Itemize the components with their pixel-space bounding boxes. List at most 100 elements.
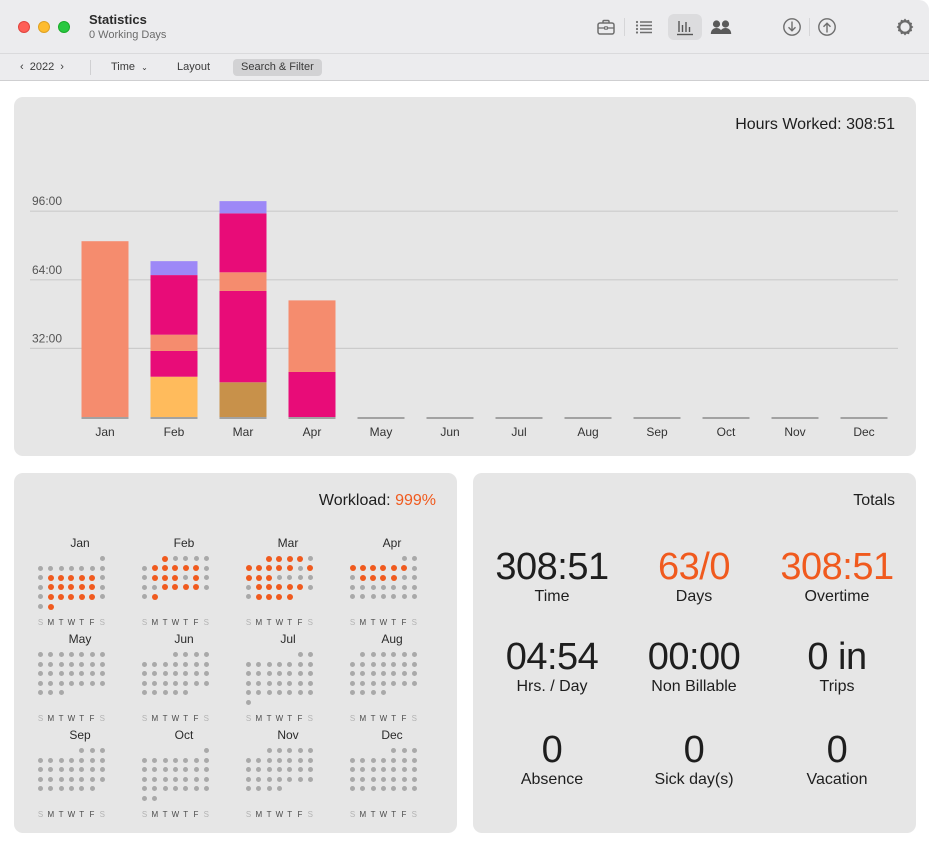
day-dot xyxy=(38,680,43,686)
day-dot xyxy=(350,767,355,773)
day-dot xyxy=(162,767,168,773)
list-icon xyxy=(635,20,652,34)
calendar-month-name: Aug xyxy=(381,632,403,646)
weekday-label: F xyxy=(401,714,407,723)
day-dot xyxy=(162,680,168,686)
stat-sick-day-s: 0 Sick day(s) xyxy=(624,730,764,789)
day-dot xyxy=(79,786,85,792)
worked-day-dot xyxy=(380,565,387,572)
day-dot xyxy=(68,757,74,763)
day-dot xyxy=(411,786,417,792)
weekday-label: T xyxy=(183,714,189,723)
worked-day-dot xyxy=(276,565,283,572)
weekday-label: S xyxy=(411,714,417,723)
layout-button[interactable]: Layout xyxy=(169,59,218,76)
day-dot xyxy=(142,661,147,667)
calendar-month-name: Dec xyxy=(381,728,403,742)
projects-button[interactable] xyxy=(591,14,621,40)
x-tick-label: Aug xyxy=(577,425,598,439)
day-dot xyxy=(266,671,272,677)
day-dot xyxy=(99,652,105,657)
day-dot xyxy=(203,776,209,782)
stat-label: Overtime xyxy=(804,588,870,605)
day-dot xyxy=(79,748,85,753)
day-dot xyxy=(89,680,95,686)
worked-day-dot xyxy=(276,593,283,600)
zoom-window-button[interactable] xyxy=(58,21,70,33)
day-dot xyxy=(183,671,189,677)
day-dot xyxy=(276,575,282,581)
day-dot xyxy=(307,584,313,590)
settings-button[interactable] xyxy=(890,14,920,40)
day-dot xyxy=(380,757,386,763)
stat-value: 308:51 xyxy=(780,546,894,588)
day-dot xyxy=(370,661,376,667)
day-dot xyxy=(401,584,407,590)
day-dot xyxy=(307,748,313,753)
day-dot xyxy=(411,594,417,600)
import-button[interactable] xyxy=(777,14,807,40)
weekday-label: T xyxy=(162,618,168,627)
weekday-label: T xyxy=(266,714,272,723)
day-dot xyxy=(38,652,43,657)
day-dot xyxy=(89,661,95,667)
day-dot xyxy=(401,652,407,657)
day-dot xyxy=(89,565,95,571)
minimize-window-button[interactable] xyxy=(38,21,50,33)
briefcase-icon xyxy=(597,19,615,35)
clients-button[interactable] xyxy=(706,14,736,40)
previous-year-button[interactable]: ‹ xyxy=(20,61,24,73)
day-dot xyxy=(99,556,105,561)
time-menu-button[interactable]: Time ⌄ xyxy=(103,59,156,76)
day-dot xyxy=(152,776,158,782)
next-year-button[interactable]: › xyxy=(60,61,64,73)
day-dot xyxy=(38,690,43,696)
day-dot xyxy=(411,565,417,571)
weekday-label: T xyxy=(287,810,293,819)
day-dot xyxy=(152,757,158,763)
weekday-label: W xyxy=(275,714,284,723)
weekday-label: F xyxy=(401,810,407,819)
close-window-button[interactable] xyxy=(18,21,30,33)
weekday-label: W xyxy=(275,618,284,627)
day-dot xyxy=(38,786,43,792)
worked-day-dot xyxy=(297,555,303,562)
stat-value: 00:00 xyxy=(647,636,741,678)
list-view-button[interactable] xyxy=(629,14,659,40)
day-dot xyxy=(360,680,366,686)
day-dot xyxy=(99,776,105,782)
stat-days: 63/0 Days xyxy=(624,547,764,606)
day-dot xyxy=(89,748,95,753)
stat-value: 0 xyxy=(826,729,848,771)
weekday-label: M xyxy=(359,810,367,819)
day-dot xyxy=(48,786,54,792)
day-dot xyxy=(307,767,313,773)
stat-label: Non Billable xyxy=(651,678,737,695)
day-dot xyxy=(246,671,251,677)
search-filter-button[interactable]: Search & Filter xyxy=(233,59,322,76)
worked-day-dot xyxy=(172,574,179,581)
chevron-down-icon: ⌄ xyxy=(141,63,148,72)
export-button[interactable] xyxy=(812,14,842,40)
day-dot xyxy=(391,748,397,753)
calendar-month-name: Sep xyxy=(69,728,91,742)
day-dot xyxy=(370,776,376,782)
day-dot xyxy=(58,661,64,667)
y-tick-label: 64:00 xyxy=(32,263,62,277)
day-dot xyxy=(99,594,105,600)
day-dot xyxy=(172,671,178,677)
stat-hrs-day: 04:54 Hrs. / Day xyxy=(482,637,622,696)
workload-title: Workload: 999% xyxy=(319,492,436,510)
upload-icon xyxy=(818,18,836,36)
weekday-label: W xyxy=(67,714,76,723)
weekday-label: M xyxy=(255,618,263,627)
statistics-view-button[interactable] xyxy=(668,14,702,40)
day-dot xyxy=(380,776,386,782)
day-dot xyxy=(142,776,147,782)
worked-day-dot xyxy=(151,565,158,572)
day-dot xyxy=(162,786,168,792)
stat-trips: 0 in Trips xyxy=(767,637,907,696)
calendar-month-may: May S M T W T F S xyxy=(34,632,126,728)
worked-day-dot xyxy=(255,574,262,581)
weekday-label: T xyxy=(58,714,64,723)
